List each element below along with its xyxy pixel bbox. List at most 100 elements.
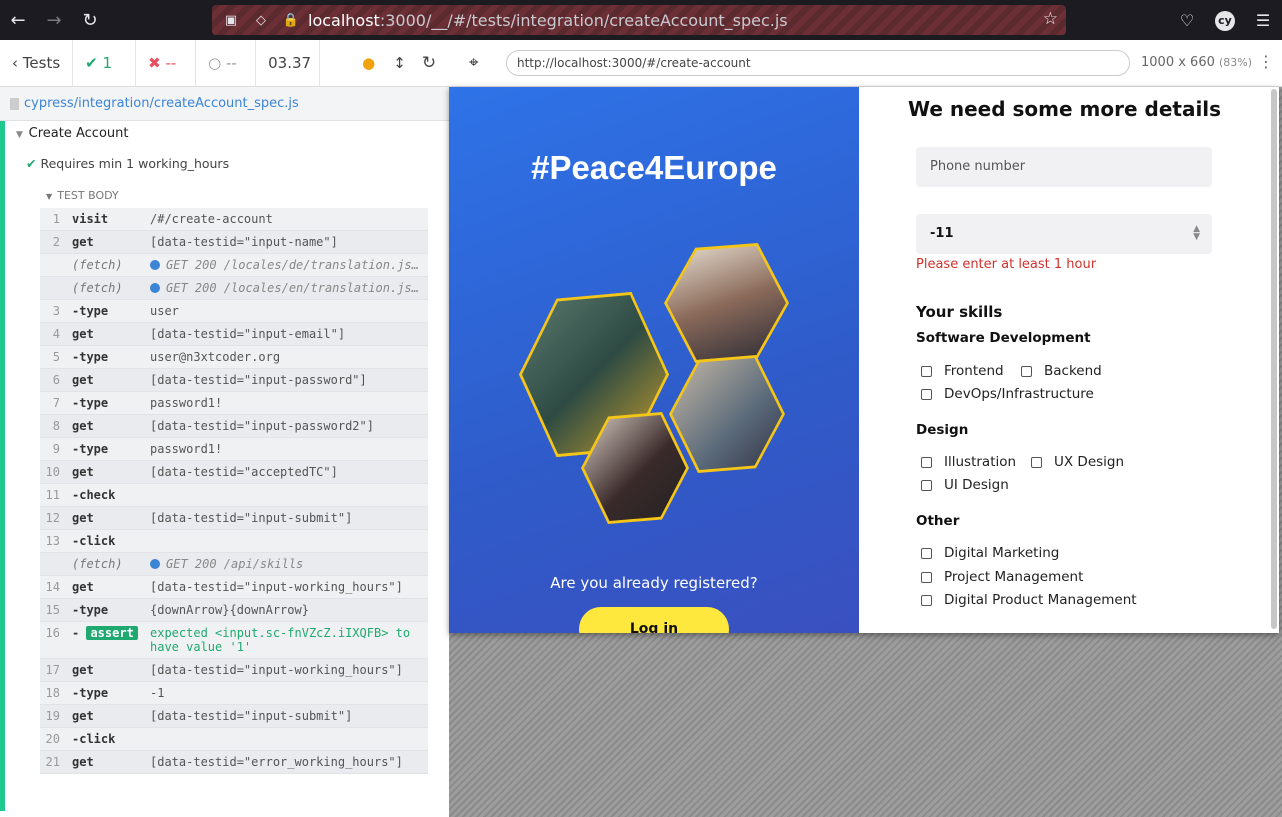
command-name: get xyxy=(72,235,94,249)
command-row[interactable]: 2 get [data-testid="input-name"] xyxy=(40,231,428,254)
command-name: visit xyxy=(72,212,109,226)
command-row[interactable]: 6 get [data-testid="input-password"] xyxy=(40,369,428,392)
checkbox-icon xyxy=(921,456,932,468)
login-button[interactable]: Log in xyxy=(579,607,729,633)
checkbox-icon xyxy=(921,365,932,377)
menu-icon[interactable]: ☰ xyxy=(1244,11,1282,30)
command-row[interactable]: 5 -type user@n3xtcoder.org xyxy=(40,346,428,369)
check-icon: ✔ xyxy=(26,156,41,171)
command-row[interactable]: 19 get [data-testid="input-submit"] xyxy=(40,705,428,728)
more-icon[interactable]: ⋮ xyxy=(1258,52,1274,71)
command-row[interactable]: (fetch) GET 200 /locales/en/translation.j… xyxy=(40,277,428,300)
checkbox-icon xyxy=(921,594,932,606)
forward-arrow-icon[interactable]: → xyxy=(36,0,72,40)
command-row[interactable]: 10 get [data-testid="acceptedTC"] xyxy=(40,461,428,484)
command-name: - assert xyxy=(72,626,150,640)
command-row[interactable]: 4 get [data-testid="input-email"] xyxy=(40,323,428,346)
checkbox-digital-product-management[interactable]: Digital Product Management xyxy=(921,592,1137,608)
check-icon: ✔ xyxy=(85,54,103,72)
auto-scroll-icon[interactable]: ↕ xyxy=(387,40,412,87)
checkbox-devops[interactable]: DevOps/Infrastructure xyxy=(921,386,1094,402)
command-number: 16 xyxy=(45,626,60,640)
star-icon[interactable]: ☆ xyxy=(1043,9,1058,29)
checkbox-icon xyxy=(921,547,932,559)
command-row[interactable]: 15 -type {downArrow}{downArrow} xyxy=(40,599,428,622)
command-number: 18 xyxy=(45,686,60,700)
xhr-dot-icon xyxy=(150,260,160,270)
xhr-dot-icon xyxy=(150,283,160,293)
command-name: get xyxy=(72,755,94,769)
checkbox-digital-marketing[interactable]: Digital Marketing xyxy=(921,545,1059,561)
command-message: [data-testid="error_working_hours"] xyxy=(150,755,403,769)
caret-down-icon: ▼ xyxy=(46,192,58,201)
working-hours-input[interactable]: -11 ▲ ▼ xyxy=(916,214,1212,254)
pending-count: ○ -- xyxy=(196,39,257,87)
command-row[interactable]: 1 visit /#/create-account xyxy=(40,208,428,231)
command-name: get xyxy=(72,327,94,341)
command-row[interactable]: 20 -click xyxy=(40,728,428,751)
command-row[interactable]: 18 -type -1 xyxy=(40,682,428,705)
command-name: get xyxy=(72,419,94,433)
command-row[interactable]: 12 get [data-testid="input-submit"] xyxy=(40,507,428,530)
command-row[interactable]: 3 -type user xyxy=(40,300,428,323)
command-row[interactable]: 17 get [data-testid="input-working_hours"] xyxy=(40,659,428,682)
checkbox-ui-design[interactable]: UI Design xyxy=(921,477,1009,493)
checkbox-backend[interactable]: Backend xyxy=(1021,363,1102,379)
lock-icon[interactable]: 🔒 xyxy=(280,13,302,28)
command-message: [data-testid="input-password"] xyxy=(150,373,367,387)
shield-icon[interactable]: ◇ xyxy=(250,13,272,28)
command-row[interactable]: (fetch) GET 200 /locales/de/translation.j… xyxy=(40,254,428,277)
command-row[interactable]: 14 get [data-testid="input-working_hours"] xyxy=(40,576,428,599)
command-number: 2 xyxy=(52,235,60,249)
command-message: [data-testid="acceptedTC"] xyxy=(150,465,338,479)
scrollbar[interactable] xyxy=(1271,89,1277,629)
rerun-icon[interactable]: ↻ xyxy=(412,40,446,87)
selector-playground-icon[interactable]: ⌖ xyxy=(469,53,479,73)
running-indicator-icon: ● xyxy=(362,54,376,72)
skills-title: Your skills xyxy=(916,303,1003,321)
test-body-toggle[interactable]: ▼ TEST BODY xyxy=(46,189,119,202)
address-bar[interactable]: ▣ ◇ 🔒 localhost:3000/__/#/tests/integrat… xyxy=(212,5,1066,35)
command-row[interactable]: 13 -click xyxy=(40,530,428,553)
command-number: 5 xyxy=(52,350,60,364)
checkbox-ux-design[interactable]: UX Design xyxy=(1031,454,1124,470)
hero-panel: #Peace4Europe Are you already registered… xyxy=(449,87,859,633)
passed-count: ✔ 1 xyxy=(73,39,137,87)
checkbox-icon xyxy=(1021,365,1032,377)
back-arrow-icon[interactable]: ← xyxy=(0,0,36,40)
command-row[interactable]: (fetch) GET 200 /api/skills xyxy=(40,553,428,576)
command-message: -1 xyxy=(150,686,165,700)
profile-icon[interactable]: cy xyxy=(1206,9,1244,31)
command-name: get xyxy=(72,511,94,525)
phone-input[interactable]: Phone number xyxy=(916,147,1212,187)
checkbox-frontend[interactable]: Frontend xyxy=(921,363,1004,379)
checkbox-project-management[interactable]: Project Management xyxy=(921,569,1083,585)
form-title: We need some more details xyxy=(908,97,1222,121)
reload-icon[interactable]: ↻ xyxy=(72,0,108,40)
command-row[interactable]: 21 get [data-testid="error_working_hours"] xyxy=(40,751,428,774)
tests-button[interactable]: ‹ Tests xyxy=(0,39,74,87)
suite-title[interactable]: ▼ Create Account xyxy=(16,126,128,141)
command-name: -type xyxy=(72,686,109,700)
command-number: 13 xyxy=(45,534,60,548)
command-row[interactable]: 7 -type password1! xyxy=(40,392,428,415)
failed-count: ✖ -- xyxy=(136,39,197,87)
command-row[interactable]: 9 -type password1! xyxy=(40,438,428,461)
app-under-test: #Peace4Europe Are you already registered… xyxy=(449,87,1279,633)
checkbox-icon xyxy=(1031,456,1042,468)
command-name: -check xyxy=(72,488,116,502)
checkbox-illustration[interactable]: Illustration xyxy=(921,454,1016,470)
command-name: get xyxy=(72,709,94,723)
test-title[interactable]: ✔ Requires min 1 working_hours xyxy=(26,156,229,171)
pocket-icon[interactable]: ♡ xyxy=(1168,11,1206,30)
command-name: -type xyxy=(72,603,109,617)
checkbox-icon xyxy=(921,479,932,491)
command-row[interactable]: 8 get [data-testid="input-password2"] xyxy=(40,415,428,438)
stepper-icon[interactable]: ▲ ▼ xyxy=(1193,225,1200,242)
command-row[interactable]: 16 - assert expected <input.sc-fnVZcZ.iIXQ… xyxy=(40,622,428,659)
command-row[interactable]: 11 -check xyxy=(40,484,428,507)
aut-url[interactable]: http://localhost:3000/#/create-account xyxy=(506,50,1130,76)
command-number: 3 xyxy=(52,304,60,318)
spec-path[interactable]: cypress/integration/createAccount_spec.j… xyxy=(0,87,449,121)
command-number: 11 xyxy=(45,488,60,502)
